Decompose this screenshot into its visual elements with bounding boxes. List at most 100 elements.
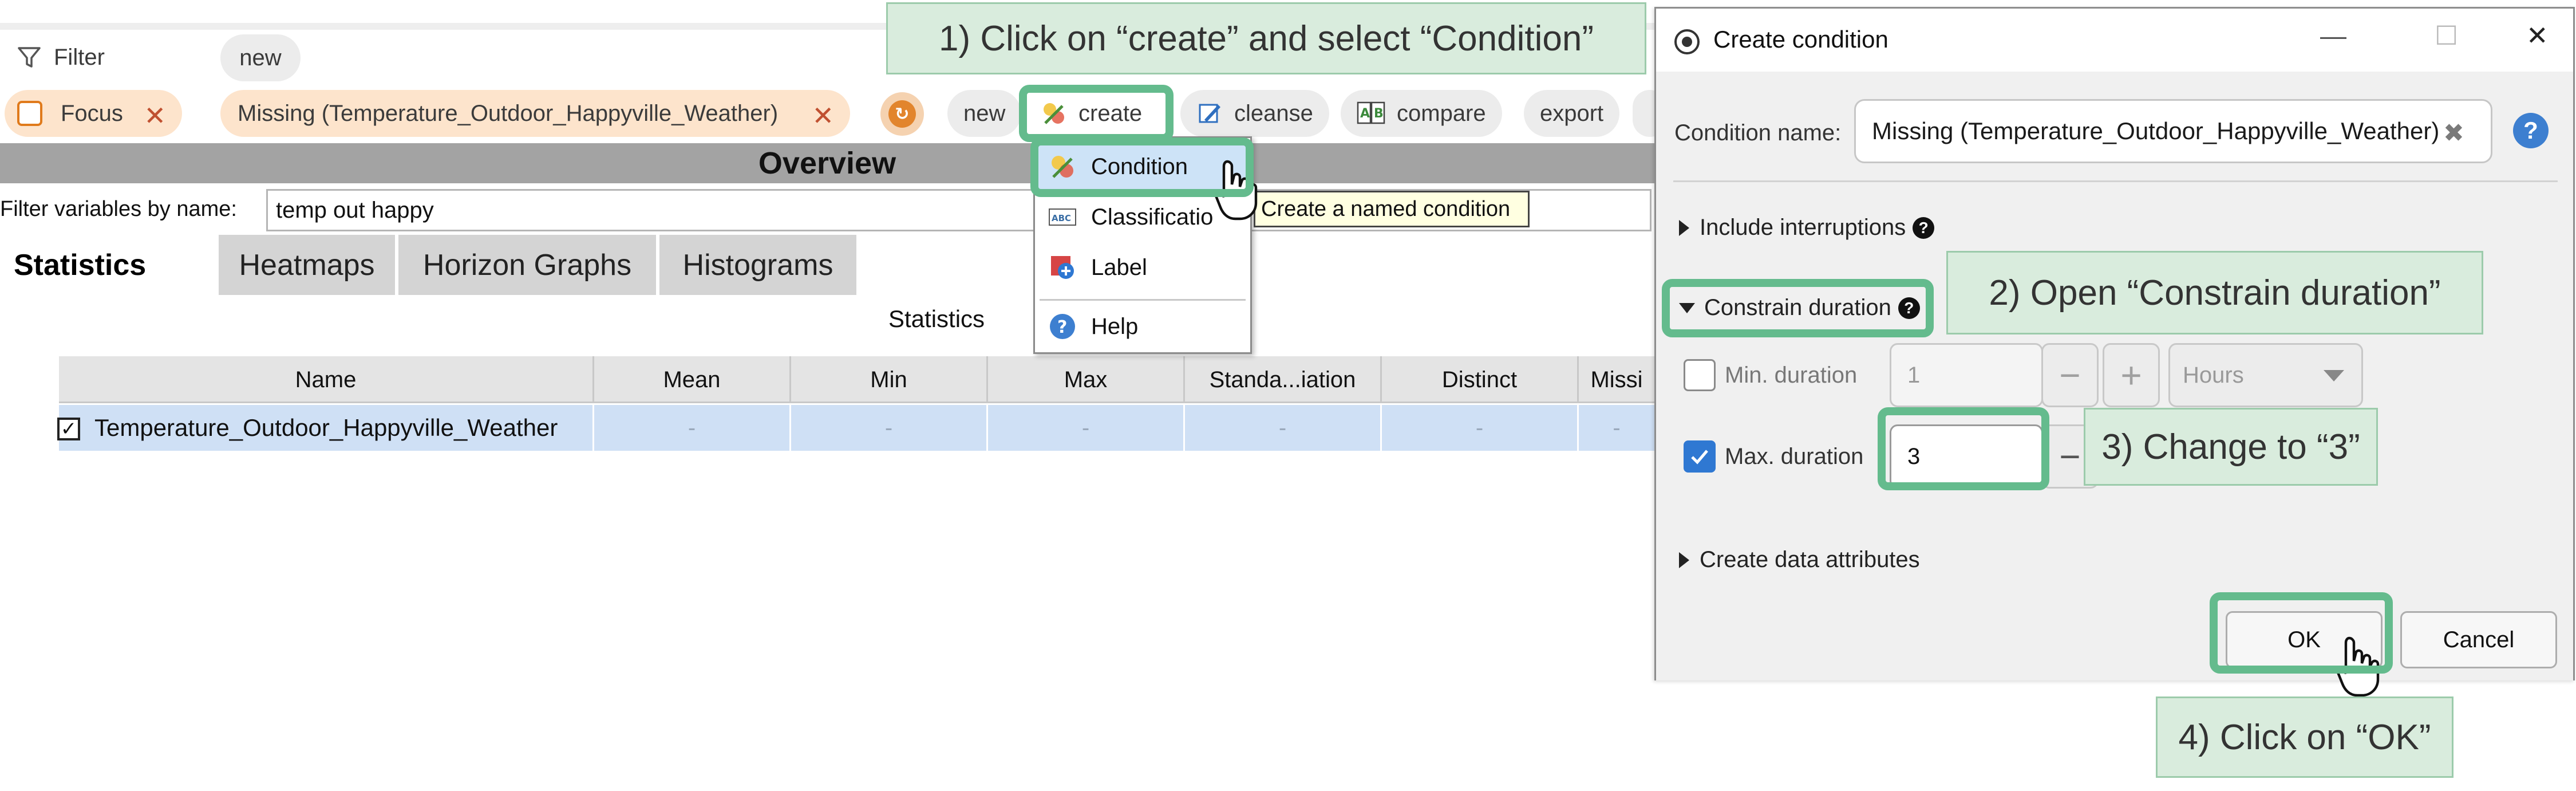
create-data-attributes-toggle[interactable]: Create data attributes (1679, 547, 1920, 573)
menu-item-label[interactable]: Label (1035, 244, 1250, 291)
cleanse-button[interactable]: cleanse (1180, 90, 1329, 137)
cell-mean: - (594, 405, 791, 451)
constrain-duration-toggle[interactable]: Constrain duration ? (1679, 295, 1920, 321)
clear-icon[interactable]: ✖ (2443, 119, 2464, 148)
svg-text:?: ? (1057, 317, 1067, 337)
include-interruptions-label: Include interruptions (1700, 215, 1906, 240)
close-icon[interactable]: ✕ (812, 100, 834, 131)
chevron-down-icon (2324, 370, 2344, 381)
hand-cursor-icon (2336, 636, 2380, 697)
overview-title: Overview (758, 146, 896, 180)
step1-callout: 1) Click on “create” and select “Conditi… (886, 2, 1646, 74)
min-duration-increment-button[interactable]: + (2103, 343, 2160, 407)
app-logo-icon (1674, 29, 1700, 54)
help-icon[interactable]: ? (2513, 113, 2549, 148)
cell-min: - (791, 405, 988, 451)
funnel-icon (18, 47, 41, 68)
column-header-distinct[interactable]: Distinct (1382, 356, 1579, 403)
column-header-missing[interactable]: Missi (1579, 356, 1654, 403)
tab-heatmaps[interactable]: Heatmaps (219, 235, 395, 295)
pencil-icon (1196, 100, 1223, 127)
row-checkbox[interactable]: ✓ (57, 418, 80, 440)
constrain-duration-label: Constrain duration (1704, 295, 1891, 320)
min-duration-unit: Hours (2183, 362, 2244, 388)
chip-row: Focus ✕ Missing (Temperature_Outdoor_Hap… (0, 84, 1667, 141)
filter-label: Filter (54, 44, 105, 70)
create-button[interactable]: create (1025, 90, 1159, 137)
cleanse-button-label: cleanse (1234, 100, 1313, 126)
dialog-title: Create condition (1713, 26, 1888, 53)
checkmark-icon (1691, 450, 1708, 465)
cancel-button[interactable]: Cancel (2400, 611, 2557, 668)
create-condition-tooltip: Create a named condition (1254, 191, 1530, 227)
expand-right-icon (1679, 552, 1689, 568)
table-row[interactable]: Temperature_Outdoor_Happyville_Weather -… (59, 405, 1654, 451)
expand-right-icon (1679, 219, 1689, 236)
column-header-name[interactable]: Name (59, 356, 594, 403)
menu-item-label: Classificatio (1091, 204, 1214, 230)
new-button[interactable]: new (947, 90, 1022, 137)
missing-condition-chip[interactable]: Missing (Temperature_Outdoor_Happyville_… (220, 90, 850, 137)
tab-histograms[interactable]: Histograms (659, 235, 856, 295)
create-condition-dialog: Create condition — ☐ ✕ Condition name: M… (1654, 7, 2575, 680)
min-duration-label: Min. duration (1725, 363, 1858, 388)
column-header-min[interactable]: Min (791, 356, 988, 403)
statistics-panel-title: Statistics (888, 305, 985, 332)
divider (1673, 180, 2558, 182)
help-icon[interactable]: ? (1898, 297, 1920, 319)
wand-icon (1041, 100, 1067, 127)
table-header: Name Mean Min Max Standa...iation Distin… (59, 356, 1654, 403)
variable-filter-label: Filter variables by name: (0, 197, 237, 221)
column-header-mean[interactable]: Mean (594, 356, 791, 403)
close-icon[interactable]: ✕ (144, 100, 166, 131)
minimize-icon[interactable]: — (2320, 20, 2346, 51)
tab-statistics[interactable]: Statistics (0, 235, 218, 295)
condition-name-label: Condition name: (1674, 120, 1842, 145)
close-icon[interactable]: ✕ (2526, 20, 2549, 51)
condition-name-input[interactable]: Missing (Temperature_Outdoor_Happyville_… (1854, 99, 2492, 163)
create-button-label: create (1078, 100, 1143, 126)
condition-name-value: Missing (Temperature_Outdoor_Happyville_… (1872, 117, 2440, 144)
max-duration-label: Max. duration (1725, 444, 1864, 469)
filter-button[interactable]: Filter (17, 42, 105, 72)
min-duration-checkbox[interactable] (1684, 359, 1716, 391)
min-duration-unit-select[interactable]: Hours (2168, 343, 2363, 407)
help-icon[interactable]: ? (1913, 217, 1935, 239)
export-button[interactable]: export (1524, 90, 1620, 137)
cell-missing: - (1613, 415, 1621, 440)
tabs-row: Statistics Heatmaps Horizon Graphs Histo… (0, 235, 1654, 295)
max-duration-input[interactable]: 3 (1890, 424, 2043, 489)
maximize-icon[interactable]: ☐ (2435, 20, 2458, 51)
max-duration-checkbox[interactable] (1684, 440, 1716, 473)
missing-chip-label: Missing (Temperature_Outdoor_Happyville_… (238, 100, 779, 126)
cell-name: Temperature_Outdoor_Happyville_Weather (89, 405, 594, 451)
menu-item-label: Help (1091, 313, 1139, 339)
create-data-attributes-label: Create data attributes (1700, 547, 1920, 572)
step2-callout: 2) Open “Constrain duration” (1946, 251, 2483, 334)
focus-checkbox[interactable] (17, 101, 42, 126)
focus-chip-label: Focus (61, 100, 123, 126)
max-duration-value: 3 (1907, 443, 1921, 469)
dialog-title-bar: Create condition — ☐ ✕ (1656, 9, 2573, 72)
min-duration-input[interactable]: 1 (1890, 343, 2043, 407)
filter-new-button[interactable]: new (220, 34, 301, 81)
column-header-standard-deviation[interactable]: Standa...iation (1185, 356, 1382, 403)
menu-item-label: Condition (1091, 154, 1188, 179)
cell-distinct: - (1382, 405, 1579, 451)
expand-down-icon (1679, 302, 1695, 313)
include-interruptions-toggle[interactable]: Include interruptions ? (1679, 215, 1935, 241)
min-duration-decrement-button[interactable]: − (2041, 343, 2099, 407)
tab-horizon-graphs[interactable]: Horizon Graphs (398, 235, 656, 295)
cell-standard-deviation: - (1185, 405, 1382, 451)
svg-text:B: B (1374, 107, 1384, 121)
new-button-label: new (963, 100, 1006, 126)
menu-item-help[interactable]: ? Help (1035, 303, 1250, 350)
focus-chip[interactable]: Focus ✕ (5, 90, 182, 137)
min-duration-value: 1 (1907, 362, 1921, 388)
compare-button[interactable]: A B compare (1341, 90, 1502, 137)
overview-bar: Overview (0, 143, 1654, 183)
menu-separator (1040, 299, 1246, 301)
circle-menu-button[interactable]: ↻ (880, 92, 924, 136)
circle-menu-icon: ↻ (888, 100, 916, 128)
column-header-max[interactable]: Max (988, 356, 1185, 403)
